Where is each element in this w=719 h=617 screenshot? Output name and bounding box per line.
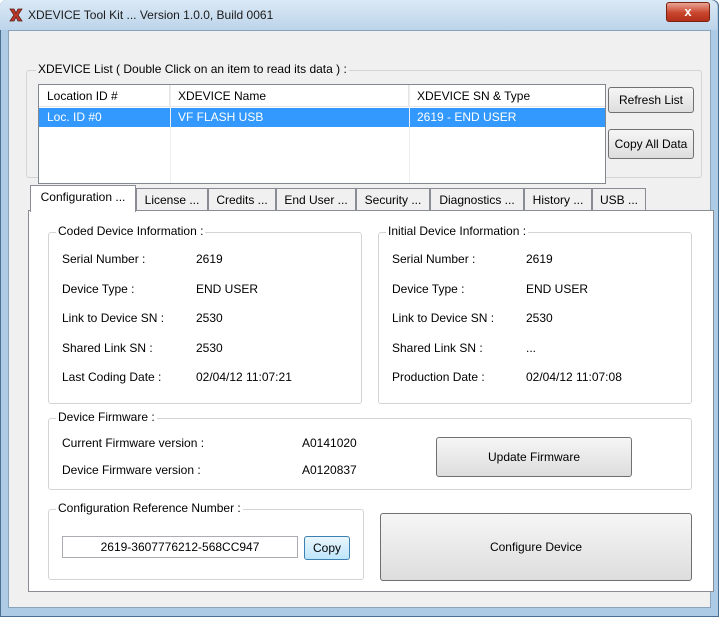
configure-device-button[interactable]: Configure Device	[380, 513, 692, 581]
window-title: XDEVICE Tool Kit ... Version 1.0.0, Buil…	[28, 8, 274, 22]
initial-serial-label: Serial Number :	[392, 252, 476, 266]
config-ref-title: Configuration Reference Number :	[56, 501, 243, 515]
coded-type-value: END USER	[196, 282, 259, 296]
initial-link-value: 2530	[526, 311, 553, 325]
column-divider	[409, 85, 410, 183]
tab-end-user[interactable]: End User ...	[276, 188, 356, 211]
coded-type-label: Device Type :	[62, 282, 135, 296]
column-header-sn-type[interactable]: XDEVICE SN & Type	[409, 85, 605, 107]
device-list[interactable]: Location ID # XDEVICE Name XDEVICE SN & …	[38, 84, 606, 184]
close-button[interactable]: x	[666, 2, 710, 22]
tab-configuration[interactable]: Configuration ...	[30, 185, 136, 212]
device-list-group-title: XDEVICE List ( Double Click on an item t…	[36, 62, 349, 76]
copy-ref-button[interactable]: Copy	[304, 536, 350, 560]
tab-usb[interactable]: USB ...	[592, 188, 646, 211]
initial-serial-value: 2619	[526, 252, 553, 266]
device-firmware-title: Device Firmware :	[56, 410, 157, 424]
copy-all-data-button[interactable]: Copy All Data	[608, 129, 694, 159]
initial-shared-label: Shared Link SN :	[392, 341, 483, 355]
tab-credits[interactable]: Credits ...	[208, 188, 276, 211]
column-header-name[interactable]: XDEVICE Name	[170, 85, 409, 107]
initial-device-info-title: Initial Device Information :	[386, 224, 529, 238]
initial-shared-value: ...	[526, 341, 537, 355]
initial-type-value: END USER	[526, 282, 589, 296]
current-firmware-label: Current Firmware version :	[62, 436, 205, 450]
initial-link-label: Link to Device SN :	[392, 311, 495, 325]
close-icon: x	[684, 4, 692, 19]
row-device-name: VF FLASH USB	[178, 110, 264, 124]
coded-serial-value: 2619	[196, 252, 223, 266]
tab-diagnostics[interactable]: Diagnostics ...	[430, 188, 524, 211]
table-row[interactable]: Loc. ID #0 VF FLASH USB 2619 - END USER	[39, 108, 605, 127]
column-divider	[170, 85, 171, 183]
refresh-list-button[interactable]: Refresh List	[608, 87, 694, 113]
tab-license[interactable]: License ...	[136, 188, 208, 211]
coded-date-label: Last Coding Date :	[62, 370, 162, 384]
coded-shared-value: 2530	[196, 341, 223, 355]
column-header-location[interactable]: Location ID #	[39, 85, 170, 107]
coded-device-info-title: Coded Device Information :	[56, 224, 206, 238]
current-firmware-value: A0141020	[302, 436, 357, 450]
row-location: Loc. ID #0	[47, 110, 102, 124]
device-firmware-label: Device Firmware version :	[62, 463, 201, 477]
tab-history[interactable]: History ...	[524, 188, 592, 211]
coded-date-value: 02/04/12 11:07:21	[196, 370, 292, 384]
coded-shared-label: Shared Link SN :	[62, 341, 153, 355]
coded-link-label: Link to Device SN :	[62, 311, 165, 325]
initial-type-label: Device Type :	[392, 282, 465, 296]
tab-security[interactable]: Security ...	[356, 188, 430, 211]
initial-production-value: 02/04/12 11:07:08	[526, 370, 622, 384]
initial-production-label: Production Date :	[392, 370, 485, 384]
row-sn-type: 2619 - END USER	[417, 110, 517, 124]
coded-serial-label: Serial Number :	[62, 252, 146, 266]
title-bar[interactable]: XDEVICE Tool Kit ... Version 1.0.0, Buil…	[0, 0, 717, 30]
app-logo-icon	[8, 7, 24, 23]
update-firmware-button[interactable]: Update Firmware	[436, 437, 632, 477]
config-ref-field[interactable]: 2619-3607776212-568CC947	[62, 536, 298, 558]
device-firmware-value: A0120837	[302, 463, 357, 477]
coded-link-value: 2530	[196, 311, 223, 325]
